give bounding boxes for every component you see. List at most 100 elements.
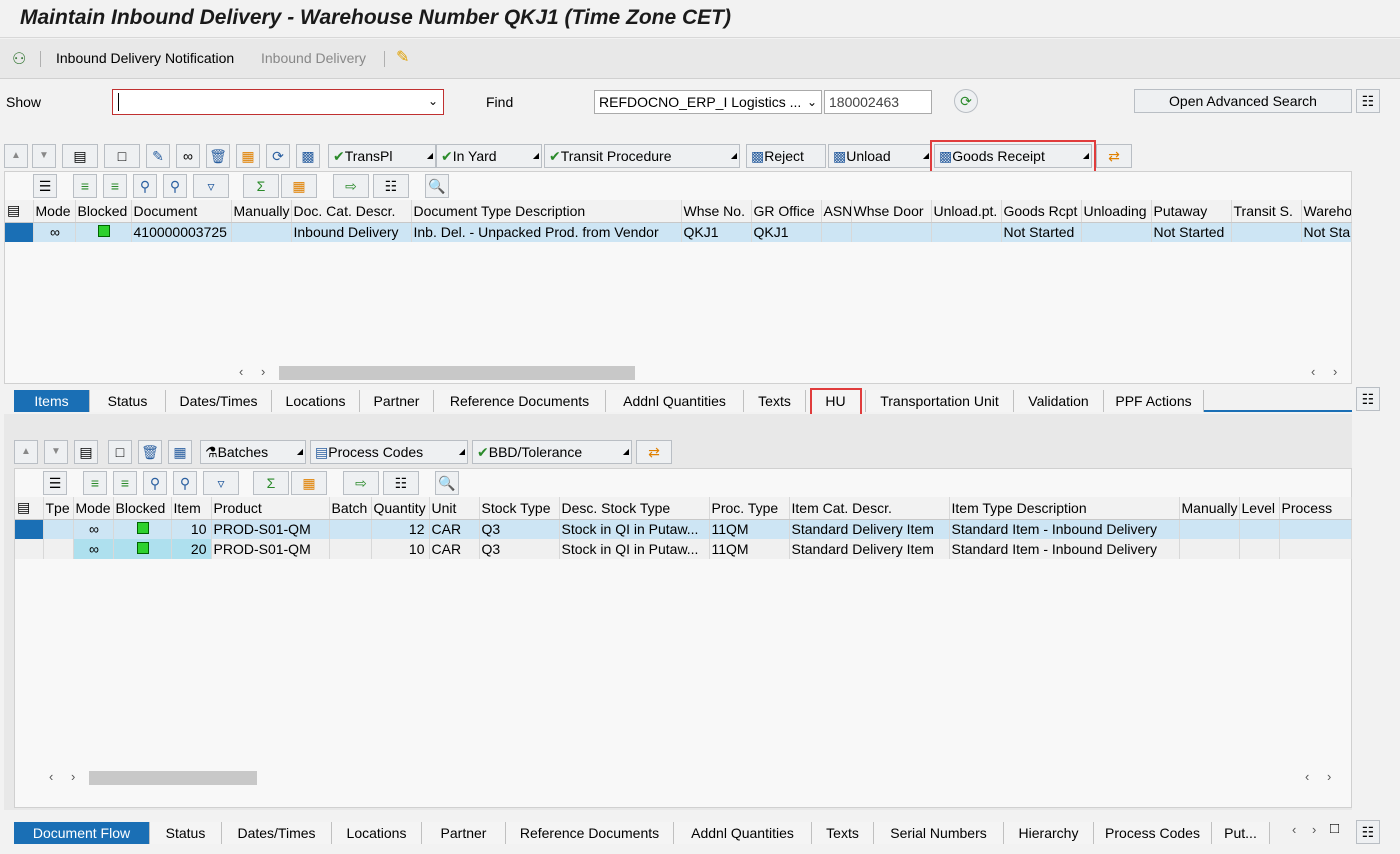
edit-icon[interactable]: ✎ [146, 144, 170, 168]
filter-icon[interactable]: ▿ [203, 471, 239, 495]
details-icon[interactable]: ▤ [74, 440, 98, 464]
reject-button[interactable]: ▩Reject [746, 144, 826, 168]
tab-addnl-quantities[interactable]: Addnl Quantities [674, 822, 812, 844]
scroll-right-icon[interactable]: › [261, 364, 265, 379]
in-yard-button[interactable]: ✔In Yard ◢ [436, 144, 542, 168]
detail-search-icon[interactable]: ☰ [43, 471, 67, 495]
menu-inbound-delivery-notification[interactable]: Inbound Delivery Notification [56, 50, 234, 66]
scroll-left-icon[interactable]: ‹ [239, 364, 243, 379]
scroll-left-icon[interactable]: ‹ [1311, 364, 1315, 379]
move-down-icon[interactable]: ▼ [32, 144, 56, 168]
tab-document-flow[interactable]: Document Flow [14, 822, 150, 844]
col-level[interactable]: Level [1239, 497, 1280, 520]
batches-button[interactable]: ⚗Batches ◢ [200, 440, 306, 464]
tab-texts[interactable]: Texts [812, 822, 874, 844]
col-unloading[interactable]: Unloading [1081, 200, 1152, 223]
user-icon[interactable]: ⚇ [12, 49, 26, 69]
tab-status[interactable]: Status [150, 822, 222, 844]
col-product[interactable]: Product [211, 497, 330, 520]
row-selector[interactable] [15, 539, 44, 559]
col-batch[interactable]: Batch [329, 497, 372, 520]
col-transit-s[interactable]: Transit S. [1231, 200, 1302, 223]
tab-ppf-actions[interactable]: PPF Actions [1104, 390, 1204, 412]
col-stock-type[interactable]: Stock Type [479, 497, 560, 520]
scroll-left-icon[interactable]: ‹ [1305, 769, 1309, 784]
find-next-icon[interactable]: ⚲ [173, 471, 197, 495]
select-all-icon[interactable]: ▤ [15, 497, 44, 520]
hierarchy-icon[interactable]: ▦ [236, 144, 260, 168]
col-desc-stock-type[interactable]: Desc. Stock Type [559, 497, 710, 520]
col-manually[interactable]: Manually [231, 200, 292, 223]
col-item-cat[interactable]: Item Cat. Descr. [789, 497, 950, 520]
col-goods-rcpt[interactable]: Goods Rcpt [1001, 200, 1082, 223]
tab-addnl-quantities[interactable]: Addnl Quantities [606, 390, 744, 412]
scroll-right-icon[interactable]: › [71, 769, 75, 784]
scroll-left-icon[interactable]: ‹ [1292, 822, 1296, 837]
tab-texts[interactable]: Texts [744, 390, 806, 412]
save-icon[interactable]: ▩ [296, 144, 320, 168]
menu-inbound-delivery[interactable]: Inbound Delivery [261, 50, 366, 66]
tab-status[interactable]: Status [90, 390, 166, 412]
move-up-icon[interactable]: ▲ [4, 144, 28, 168]
transport-icon[interactable]: ⇄ [636, 440, 672, 464]
find-icon[interactable]: ⚲ [143, 471, 167, 495]
split-icon[interactable]: ▦ [168, 440, 192, 464]
table-row[interactable]: ∞ 410000003725 Inbound Delivery Inb. Del… [5, 222, 1352, 242]
tab-locations[interactable]: Locations [272, 390, 360, 412]
table-row[interactable]: ∞ 20 PROD-S01-QM 10 CAR Q3 Stock in QI i… [15, 539, 1352, 559]
col-doc-cat[interactable]: Doc. Cat. Descr. [291, 200, 412, 223]
row-selector[interactable] [5, 222, 34, 242]
scroll-left-icon[interactable]: ‹ [49, 769, 53, 784]
new-document-icon[interactable]: □ [104, 144, 140, 168]
execute-search-button[interactable]: ⟳ [954, 89, 978, 113]
col-tpe[interactable]: Tpe [43, 497, 74, 520]
col-putaway[interactable]: Putaway [1151, 200, 1232, 223]
sort-ascending-icon[interactable]: ≡ [73, 174, 97, 198]
transport-icon[interactable]: ⇄ [1096, 144, 1132, 168]
unload-button[interactable]: ▩Unload ◢ [828, 144, 932, 168]
tab-reference-documents[interactable]: Reference Documents [434, 390, 606, 412]
move-down-icon[interactable]: ▼ [44, 440, 68, 464]
zoom-icon[interactable]: 🔍 [425, 174, 449, 198]
col-wareho[interactable]: Wareho [1301, 200, 1352, 223]
col-manually[interactable]: Manually [1179, 497, 1240, 520]
tab-reference-documents[interactable]: Reference Documents [506, 822, 674, 844]
row-selector[interactable] [15, 519, 44, 539]
subtotal-icon[interactable]: ▦ [291, 471, 327, 495]
export-icon[interactable]: ⇨ [343, 471, 379, 495]
sort-descending-icon[interactable]: ≡ [103, 174, 127, 198]
col-proc-type[interactable]: Proc. Type [709, 497, 790, 520]
transit-procedure-button[interactable]: ✔Transit Procedure ◢ [544, 144, 740, 168]
open-advanced-search-button[interactable]: Open Advanced Search [1134, 89, 1352, 113]
show-select[interactable]: ⌄ [112, 89, 444, 115]
col-mode[interactable]: Mode [33, 200, 76, 223]
find-icon[interactable]: ⚲ [133, 174, 157, 198]
col-item-type[interactable]: Item Type Description [949, 497, 1180, 520]
col-blocked[interactable]: Blocked [75, 200, 132, 223]
col-process[interactable]: Process [1279, 497, 1352, 520]
tab-locations[interactable]: Locations [332, 822, 422, 844]
tab-hierarchy[interactable]: Hierarchy [1004, 822, 1094, 844]
sum-icon[interactable]: Σ [243, 174, 279, 198]
find-input[interactable]: 180002463 [824, 90, 932, 114]
sort-ascending-icon[interactable]: ≡ [83, 471, 107, 495]
display-change-icon[interactable]: ∞ [176, 144, 200, 168]
col-unit[interactable]: Unit [429, 497, 480, 520]
tab-validation[interactable]: Validation [1014, 390, 1104, 412]
sort-descending-icon[interactable]: ≡ [113, 471, 137, 495]
find-select[interactable]: REFDOCNO_ERP_I Logistics ... ⌄ [594, 90, 822, 114]
tab-transportation-unit[interactable]: Transportation Unit [866, 390, 1014, 412]
scroll-right-icon[interactable]: › [1333, 364, 1337, 379]
scroll-right-icon[interactable]: › [1312, 822, 1316, 837]
tab-partner[interactable]: Partner [360, 390, 434, 412]
tab-dates-times[interactable]: Dates/Times [166, 390, 272, 412]
col-quantity[interactable]: Quantity [371, 497, 430, 520]
new-item-icon[interactable]: □ [108, 440, 132, 464]
col-gr-office[interactable]: GR Office [751, 200, 822, 223]
filter-icon[interactable]: ▿ [193, 174, 229, 198]
transpl-button[interactable]: ✔TransPl ◢ [328, 144, 436, 168]
zoom-icon[interactable]: 🔍 [435, 471, 459, 495]
col-document[interactable]: Document [131, 200, 232, 223]
subtotal-icon[interactable]: ▦ [281, 174, 317, 198]
move-up-icon[interactable]: ▲ [14, 440, 38, 464]
